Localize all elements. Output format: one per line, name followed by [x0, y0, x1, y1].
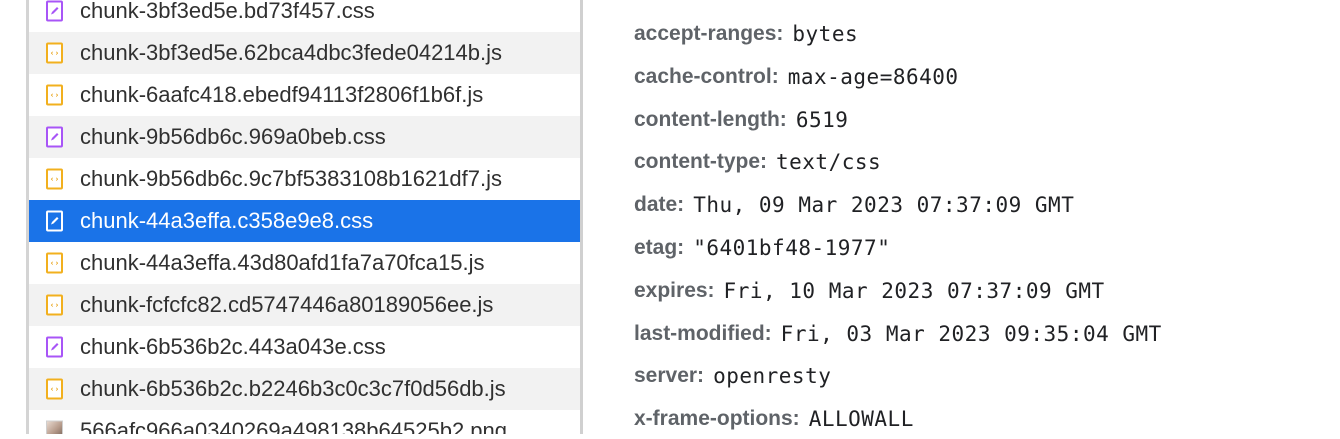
file-name: chunk-fcfcfc82.cd5747446a80189056ee.js [80, 292, 494, 317]
file-name: chunk-44a3effa.c358e9e8.css [80, 208, 374, 233]
js-file-icon: ‹› [46, 294, 63, 316]
header-row: last-modified: Fri, 03 Mar 2023 09:35:04 … [634, 314, 1162, 354]
css-file-icon [46, 210, 63, 232]
file-name: chunk-3bf3ed5e.62bca4dbc3fede04214b.js [80, 40, 503, 65]
header-value: ALLOWALL [808, 407, 914, 431]
image-thumbnail-icon [46, 420, 63, 434]
css-file-icon [46, 126, 63, 148]
left-gutter [0, 0, 26, 434]
file-name: chunk-9b56db6c.969a0beb.css [80, 124, 386, 149]
header-key: cache-control: [634, 65, 779, 88]
header-key: content-length: [634, 108, 787, 131]
file-name: chunk-6b536b2c.443a043e.css [80, 334, 386, 359]
header-value: bytes [792, 22, 859, 46]
file-name: chunk-6b536b2c.b2246b3c0c3c7f0d56db.js [80, 376, 506, 401]
css-file-icon [46, 0, 63, 22]
file-row[interactable]: ‹› chunk-3bf3ed5e.62bca4dbc3fede04214b.js [29, 32, 580, 74]
file-row[interactable]: 566afc966a0340269a498138b64525b2.png [29, 410, 580, 434]
file-name: chunk-44a3effa.43d80afd1fa7a70fca15.js [80, 250, 485, 275]
header-key: accept-ranges: [634, 22, 784, 45]
header-key: server: [634, 364, 705, 387]
file-row[interactable]: chunk-6b536b2c.443a043e.css [29, 326, 580, 368]
header-row: server: openresty [634, 356, 831, 396]
file-row[interactable]: ‹› chunk-9b56db6c.9c7bf5383108b1621df7.js [29, 158, 580, 200]
header-key: content-type: [634, 150, 767, 173]
file-row[interactable]: ‹› chunk-6aafc418.ebedf94113f2806f1b6f.js [29, 74, 580, 116]
file-row[interactable]: chunk-9b56db6c.969a0beb.css [29, 116, 580, 158]
header-row: content-type: text/css [634, 142, 881, 182]
header-value: openresty [713, 364, 832, 388]
network-file-list[interactable]: chunk-3bf3ed5e.bd73f457.css ‹› chunk-3bf3e… [29, 0, 580, 434]
header-row: cache-control: max-age=86400 [634, 57, 959, 97]
header-key: etag: [634, 236, 685, 259]
file-name: chunk-3bf3ed5e.bd73f457.css [80, 0, 375, 23]
header-key: x-frame-options: [634, 407, 800, 430]
header-value: "6401bf48-1977" [693, 236, 891, 260]
header-key: expires: [634, 279, 715, 302]
js-file-icon: ‹› [46, 252, 63, 274]
header-value: Thu, 09 Mar 2023 07:37:09 GMT [693, 193, 1075, 217]
file-name: chunk-6aafc418.ebedf94113f2806f1b6f.js [80, 82, 484, 107]
js-file-icon: ‹› [46, 168, 63, 190]
header-key: last-modified: [634, 322, 772, 345]
file-row[interactable]: ‹› chunk-44a3effa.43d80afd1fa7a70fca15.js [29, 242, 580, 284]
header-row: expires: Fri, 10 Mar 2023 07:37:09 GMT [634, 271, 1105, 311]
header-row: content-length: 6519 [634, 100, 848, 140]
panel-divider[interactable] [580, 0, 583, 434]
file-name: chunk-9b56db6c.9c7bf5383108b1621df7.js [80, 166, 503, 191]
header-value: text/css [776, 150, 882, 174]
header-value: 6519 [795, 108, 849, 132]
js-file-icon: ‹› [46, 42, 63, 64]
response-headers-panel: accept-ranges: bytes cache-control: max-age… [634, 0, 1340, 434]
header-value: Fri, 10 Mar 2023 07:37:09 GMT [723, 279, 1105, 303]
js-file-icon: ‹› [46, 84, 63, 106]
header-key: date: [634, 193, 685, 216]
header-row: etag: "6401bf48-1977" [634, 228, 890, 268]
file-row[interactable]: chunk-3bf3ed5e.bd73f457.css [29, 0, 580, 32]
file-name: 566afc966a0340269a498138b64525b2.png [80, 418, 507, 434]
header-value: Fri, 03 Mar 2023 09:35:04 GMT [780, 322, 1162, 346]
header-row: x-frame-options: ALLOWALL [634, 399, 914, 439]
css-file-icon [46, 336, 63, 358]
header-value: max-age=86400 [787, 65, 959, 89]
file-row[interactable]: ‹› chunk-6b536b2c.b2246b3c0c3c7f0d56db.js [29, 368, 580, 410]
file-row[interactable]: chunk-44a3effa.c358e9e8.css [29, 200, 580, 242]
header-row: accept-ranges: bytes [634, 14, 858, 54]
js-file-icon: ‹› [46, 378, 63, 400]
file-row[interactable]: ‹› chunk-fcfcfc82.cd5747446a80189056ee.js [29, 284, 580, 326]
header-row: date: Thu, 09 Mar 2023 07:37:09 GMT [634, 185, 1074, 225]
